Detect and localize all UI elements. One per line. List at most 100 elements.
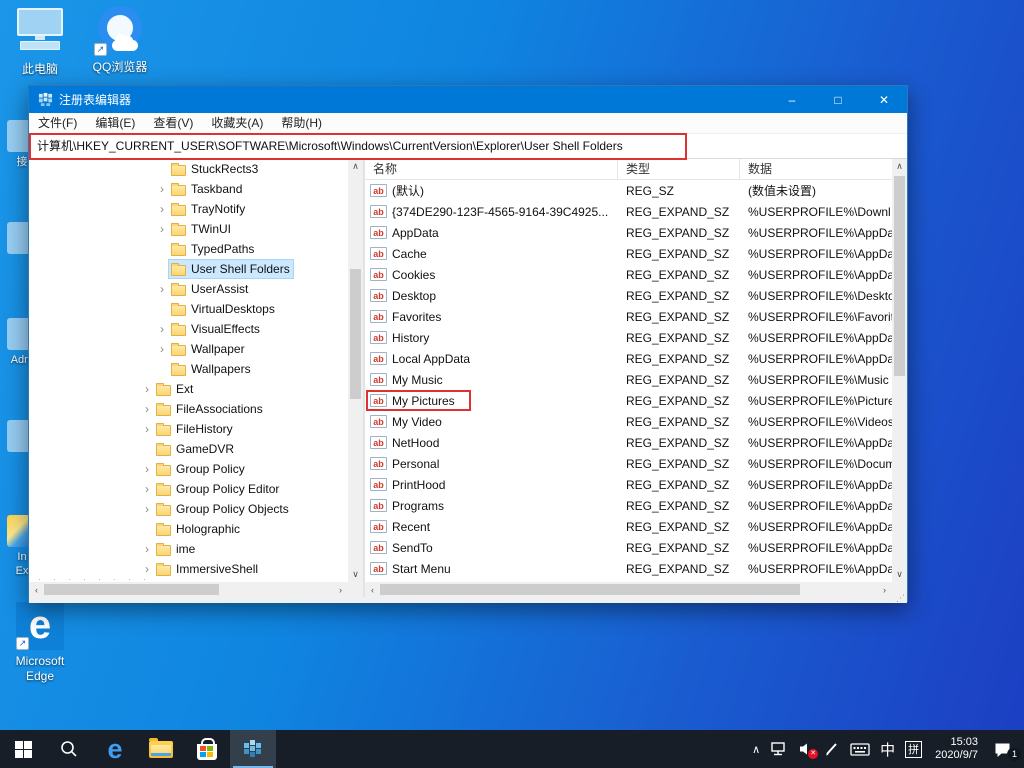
scroll-up-icon[interactable]: ∧ (348, 159, 363, 174)
expand-chevron-icon[interactable]: › (140, 543, 154, 555)
tree-item-virtualdesktops[interactable]: VirtualDesktops (29, 299, 348, 319)
scroll-right-icon[interactable]: › (333, 582, 348, 597)
ime-language-indicator[interactable]: 中 (875, 730, 900, 768)
tree-item-group-policy[interactable]: ›Group Policy (29, 459, 348, 479)
windows-ink-pen-icon[interactable] (819, 730, 845, 768)
registry-value-row-programs[interactable]: abProgramsREG_EXPAND_SZ%USERPROFILE%\App… (365, 495, 892, 516)
registry-value-row-start-menu[interactable]: abStart MenuREG_EXPAND_SZ%USERPROFILE%\A… (365, 558, 892, 579)
expand-chevron-icon[interactable]: › (140, 463, 154, 475)
registry-value-row-favorites[interactable]: abFavoritesREG_EXPAND_SZ%USERPROFILE%\Fa… (365, 306, 892, 327)
network-icon[interactable] (765, 730, 793, 768)
tree-item-taskband[interactable]: ›Taskband (29, 179, 348, 199)
ime-mode-indicator[interactable]: 拼 (900, 730, 927, 768)
tree-item-ime[interactable]: ›ime (29, 539, 348, 559)
expand-chevron-icon[interactable]: › (155, 183, 169, 195)
scroll-down-icon[interactable]: ∨ (892, 567, 907, 582)
expand-chevron-icon[interactable]: › (140, 423, 154, 435)
taskbar-edge-button[interactable]: e (92, 730, 138, 768)
desktop-icon-qq-browser[interactable]: ↗ QQ浏览器 (82, 6, 158, 75)
expand-chevron-icon[interactable]: › (140, 483, 154, 495)
column-header-data[interactable]: 数据 (740, 159, 892, 179)
volume-muted-icon[interactable]: ✕ (793, 730, 819, 768)
menu-item-0[interactable]: 文件(F) (29, 113, 86, 133)
tree-item-userassist[interactable]: ›UserAssist (29, 279, 348, 299)
registry-value-row-desktop[interactable]: abDesktopREG_EXPAND_SZ%USERPROFILE%\Desk… (365, 285, 892, 306)
close-button[interactable]: ✕ (861, 86, 907, 113)
tree-item-typedpaths[interactable]: TypedPaths (29, 239, 348, 259)
tree-item-twinui[interactable]: ›TWinUI (29, 219, 348, 239)
action-center-button[interactable]: 1 (986, 730, 1020, 768)
search-button[interactable] (46, 730, 92, 768)
taskbar-clock[interactable]: 15:03 2020/9/7 (927, 730, 986, 768)
registry-value-row-cookies[interactable]: abCookiesREG_EXPAND_SZ%USERPROFILE%\AppD… (365, 264, 892, 285)
tree-item-filehistory[interactable]: ›FileHistory (29, 419, 348, 439)
registry-value-row-history[interactable]: abHistoryREG_EXPAND_SZ%USERPROFILE%\AppD… (365, 327, 892, 348)
taskbar-file-explorer-button[interactable] (138, 730, 184, 768)
registry-value-row-personal[interactable]: abPersonalREG_EXPAND_SZ%USERPROFILE%\Doc… (365, 453, 892, 474)
tree-item-holographic[interactable]: Holographic (29, 519, 348, 539)
column-header-name[interactable]: 名称 (365, 159, 618, 179)
tree-item-group-policy-editor[interactable]: ›Group Policy Editor (29, 479, 348, 499)
expand-chevron-icon[interactable]: › (140, 403, 154, 415)
scroll-left-icon[interactable]: ‹ (29, 582, 44, 597)
registry-value-row-recent[interactable]: abRecentREG_EXPAND_SZ%USERPROFILE%\AppDa (365, 516, 892, 537)
tree-item-immersiveshell[interactable]: ›ImmersiveShell (29, 559, 348, 579)
scroll-left-icon[interactable]: ‹ (365, 582, 380, 597)
scroll-up-icon[interactable]: ∧ (892, 159, 907, 174)
expand-chevron-icon[interactable]: › (140, 563, 154, 575)
registry-value-row-cache[interactable]: abCacheREG_EXPAND_SZ%USERPROFILE%\AppDa (365, 243, 892, 264)
tray-chevron-up-icon[interactable]: ∧ (747, 730, 765, 768)
menu-item-3[interactable]: 收藏夹(A) (202, 113, 272, 133)
scroll-right-icon[interactable]: › (877, 582, 892, 597)
scrollbar-thumb[interactable] (380, 584, 800, 595)
expand-chevron-icon[interactable]: › (155, 283, 169, 295)
tree-item-group-policy-objects[interactable]: ›Group Policy Objects (29, 499, 348, 519)
tree-item-visualeffects[interactable]: ›VisualEffects (29, 319, 348, 339)
expand-chevron-icon[interactable]: › (140, 383, 154, 395)
maximize-button[interactable]: □ (815, 86, 861, 113)
registry-value-row-printhood[interactable]: abPrintHoodREG_EXPAND_SZ%USERPROFILE%\Ap… (365, 474, 892, 495)
expand-chevron-icon[interactable]: › (140, 503, 154, 515)
registry-value-row--374de290-123f-4565-9164-39c4925-[interactable]: ab{374DE290-123F-4565-9164-39C4925...REG… (365, 201, 892, 222)
tree-item-stuckrects3[interactable]: StuckRects3 (29, 159, 348, 179)
registry-value-row-my-music[interactable]: abMy MusicREG_EXPAND_SZ%USERPROFILE%\Mus… (365, 369, 892, 390)
menu-item-4[interactable]: 帮助(H) (272, 113, 331, 133)
registry-value-row-my-video[interactable]: abMy VideoREG_EXPAND_SZ%USERPROFILE%\Vid… (365, 411, 892, 432)
expand-chevron-icon[interactable]: › (155, 203, 169, 215)
registry-value-row-nethood[interactable]: abNetHoodREG_EXPAND_SZ%USERPROFILE%\AppD… (365, 432, 892, 453)
registry-value-row-sendto[interactable]: abSendToREG_EXPAND_SZ%USERPROFILE%\AppDa (365, 537, 892, 558)
resize-grip[interactable]: ⋰ (896, 593, 905, 604)
scrollbar-thumb[interactable] (350, 269, 361, 399)
registry-value-row--[interactable]: ab(默认)REG_SZ(数值未设置) (365, 180, 892, 201)
expand-chevron-icon[interactable]: › (155, 223, 169, 235)
tree-vertical-scrollbar[interactable]: ∧ ∨ (348, 159, 363, 582)
desktop-icon-microsoft-edge[interactable]: e ↗ Microsoft Edge (2, 602, 78, 684)
registry-value-row-appdata[interactable]: abAppDataREG_EXPAND_SZ%USERPROFILE%\AppD… (365, 222, 892, 243)
tree-item-wallpaper[interactable]: ›Wallpaper (29, 339, 348, 359)
minimize-button[interactable]: – (769, 86, 815, 113)
registry-value-row-my-pictures[interactable]: abMy PicturesREG_EXPAND_SZ%USERPROFILE%\… (365, 390, 892, 411)
tree-item-traynotify[interactable]: ›TrayNotify (29, 199, 348, 219)
desktop-icon-this-pc[interactable]: 此电脑 (2, 8, 78, 77)
menu-item-2[interactable]: 查看(V) (144, 113, 202, 133)
scrollbar-thumb[interactable] (44, 584, 219, 595)
tree-horizontal-scrollbar[interactable]: ‹ › (29, 582, 348, 597)
taskbar-store-button[interactable] (184, 730, 230, 768)
menu-item-1[interactable]: 编辑(E) (86, 113, 144, 133)
tree-item-fileassociations[interactable]: ›FileAssociations (29, 399, 348, 419)
scroll-down-icon[interactable]: ∨ (348, 567, 363, 582)
tree-item-user-shell-folders[interactable]: User Shell Folders (29, 259, 348, 279)
title-bar[interactable]: 注册表编辑器 – □ ✕ (29, 86, 907, 113)
tree-item-ext[interactable]: ›Ext (29, 379, 348, 399)
expand-chevron-icon[interactable]: › (155, 323, 169, 335)
list-horizontal-scrollbar[interactable]: ‹ › (365, 582, 892, 597)
start-button[interactable] (0, 730, 46, 768)
address-bar[interactable]: 计算机\HKEY_CURRENT_USER\SOFTWARE\Microsoft… (29, 134, 907, 158)
registry-value-row-local-appdata[interactable]: abLocal AppDataREG_EXPAND_SZ%USERPROFILE… (365, 348, 892, 369)
column-header-type[interactable]: 类型 (618, 159, 740, 179)
list-vertical-scrollbar[interactable]: ∧ ∨ (892, 159, 907, 582)
expand-chevron-icon[interactable]: › (155, 343, 169, 355)
taskbar-regedit-button[interactable] (230, 730, 276, 768)
touch-keyboard-icon[interactable] (845, 730, 875, 768)
tree-item-wallpapers[interactable]: Wallpapers (29, 359, 348, 379)
